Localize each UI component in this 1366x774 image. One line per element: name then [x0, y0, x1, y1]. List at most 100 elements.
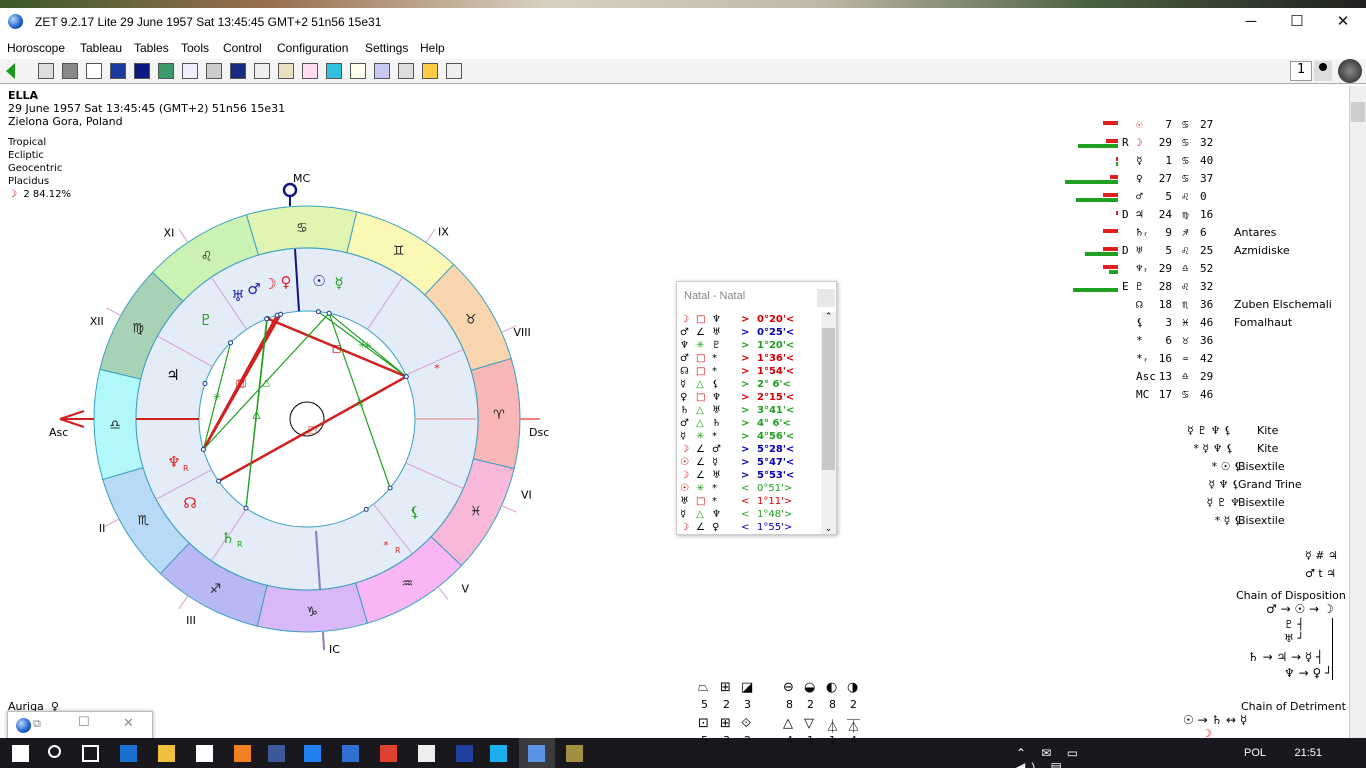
- planet-row[interactable]: MC 17 ♋ 46: [1060, 386, 1350, 404]
- aspect-orb: 3°41'<: [757, 405, 795, 416]
- sun-glyph[interactable]: ☉: [312, 272, 325, 290]
- restore-icon[interactable]: ⧉: [33, 717, 41, 731]
- strength-bar-red: [1103, 247, 1118, 251]
- task-view-icon[interactable]: [82, 745, 99, 762]
- sign-glyph: ♐: [210, 582, 222, 597]
- node-marker: [216, 478, 222, 484]
- star1-glyph[interactable]: *: [434, 362, 440, 375]
- maximize-button[interactable]: ☐: [1274, 10, 1320, 34]
- retrograde-marker: R: [395, 546, 401, 555]
- search-icon[interactable]: [48, 745, 61, 758]
- strength-bar-red: [1106, 139, 1118, 143]
- neptune-glyph[interactable]: ♆: [167, 453, 180, 471]
- stat-count: 8: [786, 698, 793, 711]
- scroll-thumb[interactable]: [822, 328, 835, 470]
- jupiter-glyph[interactable]: ♃: [166, 366, 179, 384]
- minute: 29: [1200, 370, 1214, 383]
- fit-window-icon[interactable]: [1338, 59, 1362, 83]
- popup-scrollbar[interactable]: ⌃ ⌄: [821, 312, 836, 534]
- aspects-popup[interactable]: Natal - Natal ☽ □ ♆ >0°20'< ♂ ∠ ♅ >0°25'< ♆ ✳ ♇ >1°…: [676, 281, 837, 535]
- misc-app-icon[interactable]: [566, 745, 583, 762]
- venus-glyph[interactable]: ♀: [281, 273, 292, 291]
- maximize-icon[interactable]: ☐: [78, 715, 90, 730]
- media-player-icon[interactable]: [234, 745, 251, 762]
- moon-glyph[interactable]: ☽: [263, 275, 276, 293]
- language-indicator[interactable]: POL: [1244, 747, 1266, 759]
- house-label: IX: [438, 225, 449, 238]
- close-icon[interactable]: ✕: [123, 716, 134, 731]
- saturn-glyph[interactable]: ♄: [221, 529, 234, 547]
- degree: 27: [1158, 172, 1172, 185]
- popup-close-button[interactable]: [817, 289, 835, 307]
- sign-glyph: ♋: [296, 221, 308, 236]
- aspect-orb: 0°25'<: [757, 327, 795, 338]
- stat-count: 2: [723, 698, 730, 711]
- tray-icons[interactable]: ⌃ ✉ ▭ ◀) ▤: [1016, 746, 1116, 774]
- start-icon[interactable]: [12, 745, 29, 762]
- planet-row[interactable]: ♆ᵣ 29 ♎ 52: [1060, 260, 1350, 278]
- minimize-button[interactable]: ─: [1228, 10, 1274, 34]
- mars-glyph[interactable]: ♂: [247, 280, 260, 298]
- scroll-down-icon[interactable]: ⌄: [821, 524, 836, 534]
- planet-glyph: *: [1136, 334, 1143, 347]
- facebook-icon[interactable]: [268, 745, 285, 762]
- minute: 42: [1200, 352, 1214, 365]
- node-glyph[interactable]: ☊: [183, 494, 196, 512]
- planet-row[interactable]: ♂ 5 ♌ 0: [1060, 188, 1350, 206]
- aspect-orb: 0°20'<: [757, 314, 795, 325]
- planet1: ♂: [680, 327, 689, 338]
- planet-row[interactable]: ☿ 1 ♋ 40: [1060, 152, 1350, 170]
- feather-icon[interactable]: [456, 745, 473, 762]
- scroll-thumb[interactable]: [1351, 102, 1365, 122]
- stat-icon: ⊖: [783, 680, 794, 695]
- main-scrollbar[interactable]: [1349, 86, 1366, 738]
- chart-number-field[interactable]: 1: [1290, 61, 1312, 81]
- planet-row[interactable]: *ᵣ 16 ♒ 42: [1060, 350, 1350, 368]
- planet-row[interactable]: ☉ 7 ♋ 27: [1060, 116, 1350, 134]
- app-window-icon[interactable]: [342, 745, 359, 762]
- sign-glyph: ♌: [1182, 190, 1189, 203]
- planet-row[interactable]: ☊ 18 ♏ 36 Zuben Elschemali: [1060, 296, 1350, 314]
- star1-marker: [403, 374, 409, 380]
- planet-row[interactable]: ♀ 27 ♋ 37: [1060, 170, 1350, 188]
- planet-row[interactable]: R ☽ 29 ♋ 32: [1060, 134, 1350, 152]
- minute: 27: [1200, 118, 1214, 131]
- pattern-glyphs: ☿ ♇ ♆ ⚸: [1186, 424, 1232, 437]
- file-explorer-icon[interactable]: [158, 745, 175, 762]
- play-icon[interactable]: [304, 745, 321, 762]
- document-icon[interactable]: [418, 745, 435, 762]
- planet1: ♂: [680, 418, 689, 429]
- scroll-up-icon[interactable]: ⌃: [821, 312, 836, 322]
- sign-glyph: ♋: [1182, 388, 1189, 401]
- aspect-direction: >: [741, 366, 750, 377]
- chrome-icon[interactable]: [380, 745, 397, 762]
- mercury-glyph[interactable]: ☿: [334, 274, 343, 292]
- uranus-glyph[interactable]: ♅: [231, 287, 244, 305]
- chart-number-spinner[interactable]: [1314, 61, 1332, 81]
- chain-line: ♅ ┘: [1284, 632, 1304, 645]
- store-icon[interactable]: [196, 745, 213, 762]
- close-button[interactable]: ✕: [1320, 10, 1366, 34]
- planet-row[interactable]: D ♃ 24 ♍ 16: [1060, 206, 1350, 224]
- aspect-orb: 4° 6'<: [757, 418, 791, 429]
- star2-glyph[interactable]: *: [383, 539, 389, 552]
- planet2: ♆: [712, 314, 721, 325]
- pluto-glyph[interactable]: ♇: [199, 311, 212, 329]
- pattern-name: Kite: [1257, 442, 1279, 455]
- edge-icon[interactable]: [120, 745, 137, 762]
- planet-row[interactable]: E ♇ 28 ♌ 32: [1060, 278, 1350, 296]
- clock[interactable]: 21:51: [1294, 747, 1322, 759]
- lilith-glyph[interactable]: ⚸: [410, 503, 421, 521]
- planet-row[interactable]: ⚸ 3 ♓ 46 Fomalhaut: [1060, 314, 1350, 332]
- house-cusp-tick: [178, 228, 189, 243]
- aspect-direction: >: [741, 392, 750, 403]
- horoscope-wheel[interactable]: ♈♉♊♋♌♍♎♏♐♑♒♓IIIIIVVIVIIIIXXIXIIAsc DscMCI…: [0, 0, 600, 700]
- planet-flag: D: [1122, 244, 1129, 257]
- planet-row[interactable]: ♄ᵣ 9 ♐ 6 Antares: [1060, 224, 1350, 242]
- planet-row[interactable]: * 6 ♉ 36: [1060, 332, 1350, 350]
- planet-row[interactable]: D ♅ 5 ♌ 25 Azmidiske: [1060, 242, 1350, 260]
- planet1: ☉: [680, 457, 689, 468]
- minimized-window[interactable]: ⧉ ☐ ✕: [7, 711, 153, 739]
- skype-icon[interactable]: [490, 745, 507, 762]
- planet-row[interactable]: Asc 13 ♎ 29: [1060, 368, 1350, 386]
